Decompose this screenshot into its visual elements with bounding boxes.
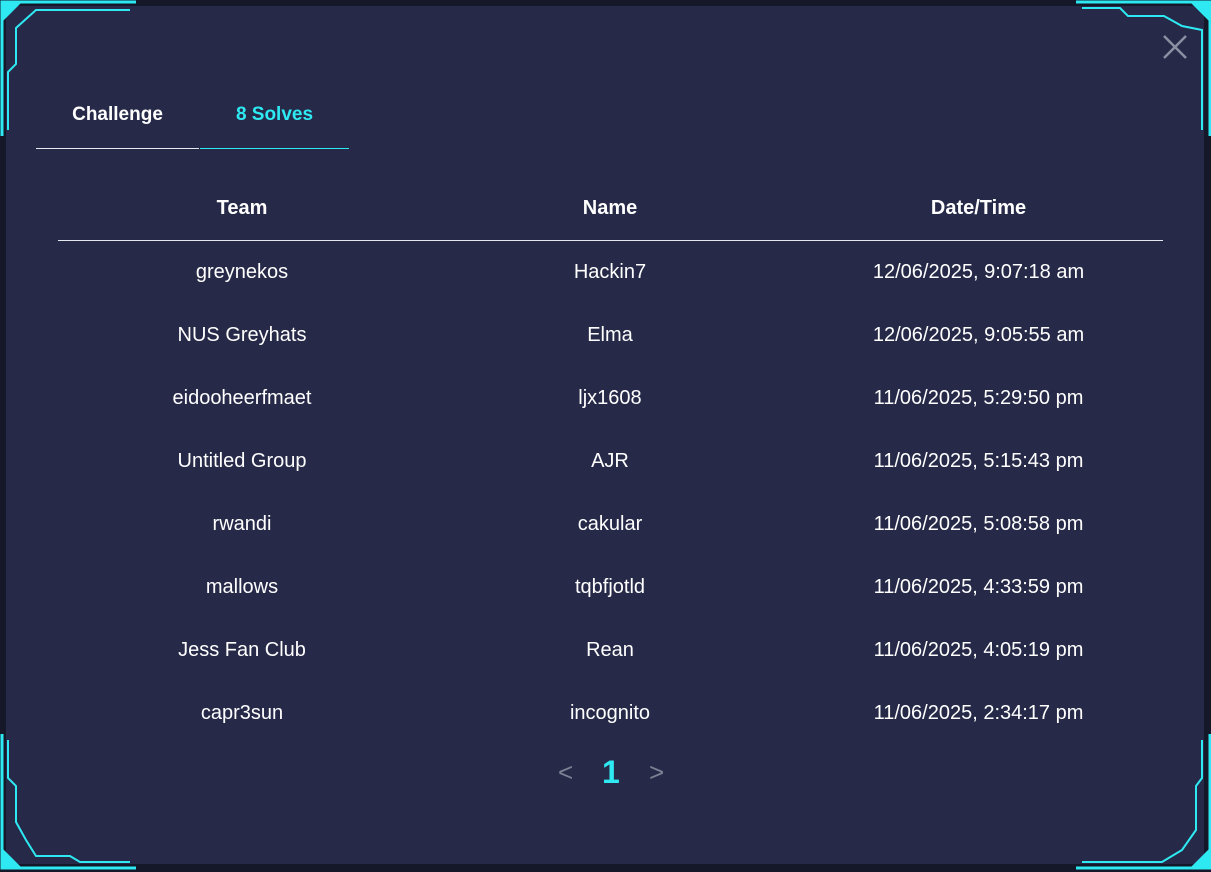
column-header-team: Team: [58, 176, 426, 241]
column-header-name: Name: [426, 176, 794, 241]
table-row: mallows tqbfjotld 11/06/2025, 4:33:59 pm: [58, 556, 1163, 619]
next-page-button[interactable]: >: [649, 748, 664, 796]
solves-table: Team Name Date/Time greynekos Hackin7 12…: [58, 176, 1163, 745]
name-cell: Hackin7: [573, 261, 647, 283]
team-cell: rwandi: [212, 513, 272, 535]
table-row: Untitled Group AJR 11/06/2025, 5:15:43 p…: [58, 430, 1163, 493]
team-cell: mallows: [205, 576, 279, 598]
team-cell: greynekos: [195, 261, 289, 283]
name-cell: Elma: [587, 324, 633, 346]
team-cell: capr3sun: [200, 702, 284, 724]
corner-frame-bottom-left: [0, 734, 136, 870]
close-icon: [1163, 35, 1187, 59]
datetime-cell: 11/06/2025, 2:34:17 pm: [873, 702, 1084, 724]
table-row: capr3sun incognito 11/06/2025, 2:34:17 p…: [58, 682, 1163, 745]
prev-page-button[interactable]: <: [558, 748, 573, 796]
datetime-cell: 12/06/2025, 9:07:18 am: [872, 261, 1085, 283]
datetime-cell: 11/06/2025, 4:33:59 pm: [873, 576, 1084, 598]
team-cell: Untitled Group: [177, 450, 307, 472]
column-header-datetime: Date/Time: [794, 176, 1163, 241]
pagination: < 1 >: [546, 748, 676, 796]
datetime-cell: 11/06/2025, 5:29:50 pm: [873, 387, 1084, 409]
name-cell: AJR: [591, 450, 629, 472]
name-cell: incognito: [569, 702, 651, 724]
name-cell: tqbfjotld: [574, 576, 646, 598]
page-number-button[interactable]: 1: [602, 748, 620, 796]
modal-tabs: Challenge 8 Solves: [36, 88, 349, 150]
tab-challenge[interactable]: Challenge: [36, 88, 199, 149]
name-cell: Rean: [586, 639, 634, 661]
table-row: NUS Greyhats Elma 12/06/2025, 9:05:55 am: [58, 304, 1163, 367]
corner-frame-top-right: [1076, 0, 1211, 136]
table-row: Jess Fan Club Rean 11/06/2025, 4:05:19 p…: [58, 619, 1163, 682]
corner-frame-bottom-right: [1076, 734, 1211, 870]
solves-modal: Challenge 8 Solves Team Name Date/Time g…: [0, 0, 1211, 870]
tab-solves[interactable]: 8 Solves: [200, 88, 349, 149]
datetime-cell: 11/06/2025, 4:05:19 pm: [873, 639, 1084, 661]
table-header-row: Team Name Date/Time: [58, 176, 1163, 241]
datetime-cell: 12/06/2025, 9:05:55 am: [872, 324, 1085, 346]
team-cell: Jess Fan Club: [178, 639, 306, 661]
table-row: greynekos Hackin7 12/06/2025, 9:07:18 am: [58, 241, 1163, 305]
datetime-cell: 11/06/2025, 5:08:58 pm: [873, 513, 1084, 535]
team-cell: eidooheerfmaet: [172, 387, 312, 409]
name-cell: cakular: [577, 513, 643, 535]
table-row: eidooheerfmaet ljx1608 11/06/2025, 5:29:…: [58, 367, 1163, 430]
close-button[interactable]: [1159, 31, 1191, 63]
team-cell: NUS Greyhats: [177, 324, 307, 346]
table-row: rwandi cakular 11/06/2025, 5:08:58 pm: [58, 493, 1163, 556]
name-cell: ljx1608: [578, 387, 642, 409]
datetime-cell: 11/06/2025, 5:15:43 pm: [873, 450, 1084, 472]
